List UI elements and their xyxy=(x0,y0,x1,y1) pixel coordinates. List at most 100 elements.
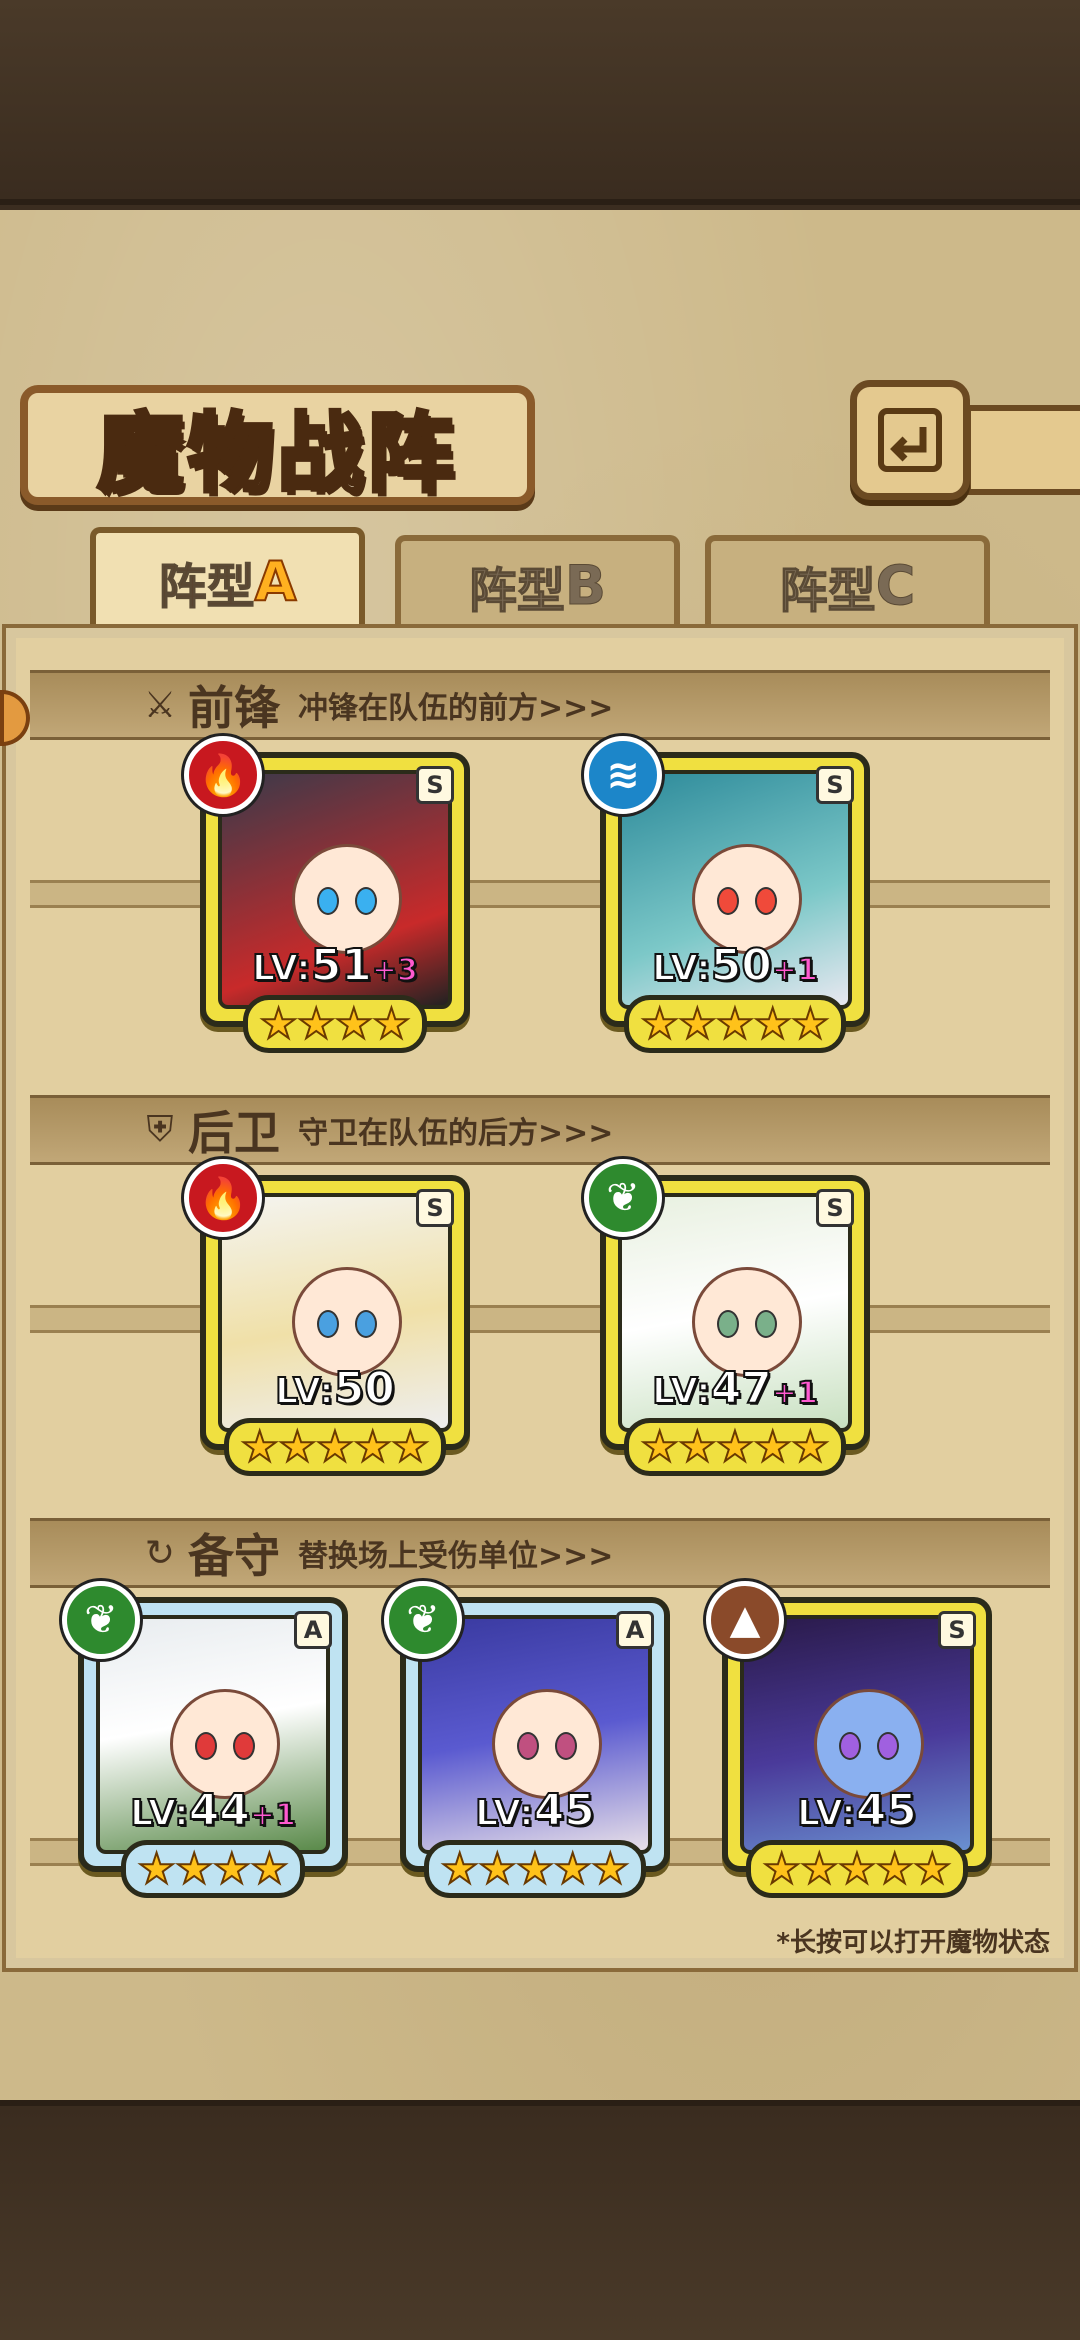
section-title: 前锋 xyxy=(188,681,280,735)
section-desc: 守卫在队伍的后方>>> xyxy=(298,1116,614,1151)
unit-card-front-2[interactable]: ≋ S LV:50+1 ★★★★★ xyxy=(584,736,870,1053)
back-arrow-icon xyxy=(878,408,942,472)
star-icon: ★ xyxy=(762,1844,802,1893)
star-icon: ★ xyxy=(590,1844,630,1893)
rank-badge: S xyxy=(416,766,454,804)
unit-level: LV:51+3 xyxy=(251,939,419,992)
tab-formation-c[interactable]: 阵型 C xyxy=(705,535,990,630)
star-icon: ★ xyxy=(553,1844,593,1893)
tab-formation-a[interactable]: 阵型 A xyxy=(90,527,365,630)
star-icon: ★ xyxy=(174,1844,214,1893)
star-icon: ★ xyxy=(800,1844,840,1893)
stars-frame: ★★★★★ xyxy=(745,1840,969,1898)
wave-icon: ≋ xyxy=(584,736,662,814)
unit-card-rear-1[interactable]: 🔥 S LV:50 ★★★★★ xyxy=(184,1159,470,1476)
row-strip xyxy=(30,880,1050,908)
stars-frame: ★★★★★ xyxy=(623,1418,847,1476)
star-rating: ★★★★★ xyxy=(606,995,864,1053)
star-icon: ★ xyxy=(478,1844,518,1893)
section-title: 后卫 xyxy=(188,1106,280,1160)
stars-frame: ★★★★★ xyxy=(223,1418,447,1476)
star-icon: ★ xyxy=(875,1844,915,1893)
star-icon: ★ xyxy=(278,1422,318,1471)
top-map-band xyxy=(0,0,1080,205)
unit-level: LV:47+1 xyxy=(651,1362,819,1415)
shield-icon: ⛨ xyxy=(146,1109,174,1150)
unit-face xyxy=(292,844,402,954)
star-icon: ★ xyxy=(790,1422,830,1471)
page-title: 魔物战阵 xyxy=(96,401,458,506)
rank-badge: S xyxy=(938,1611,976,1649)
unit-face xyxy=(492,1689,602,1799)
star-icon: ★ xyxy=(212,1844,252,1893)
star-icon: ★ xyxy=(372,999,412,1048)
unit-face xyxy=(292,1267,402,1377)
section-front-header: ⚔ 前锋 冲锋在队伍的前方>>> xyxy=(30,670,1050,740)
stars-frame: ★★★★ xyxy=(242,995,428,1053)
unit-card-front-1[interactable]: 🔥 S LV:51+3 ★★★★ xyxy=(184,736,470,1053)
unit-level: LV:45 xyxy=(474,1784,596,1837)
stars-frame: ★★★★★ xyxy=(623,995,847,1053)
star-icon: ★ xyxy=(296,999,336,1048)
star-icon: ★ xyxy=(715,1422,755,1471)
unit-level: LV:45 xyxy=(796,1784,918,1837)
rank-badge: A xyxy=(294,1611,332,1649)
star-icon: ★ xyxy=(753,1422,793,1471)
tab-letter: B xyxy=(564,554,607,618)
unit-card-reserve-3[interactable]: ▲ S LV:45 ★★★★★ xyxy=(706,1581,992,1898)
unit-level: LV:50 xyxy=(274,1362,396,1415)
header-rail xyxy=(965,405,1080,495)
section-rear-header: ⛨ 后卫 守卫在队伍的后方>>> xyxy=(30,1095,1050,1165)
star-icon: ★ xyxy=(259,999,299,1048)
section-desc: 替换场上受伤单位>>> xyxy=(298,1539,614,1574)
tab-letter: A xyxy=(254,549,298,614)
stars-frame: ★★★★ xyxy=(120,1840,306,1898)
page-title-plate: 魔物战阵 xyxy=(20,385,535,506)
star-icon: ★ xyxy=(837,1844,877,1893)
unit-face xyxy=(692,1267,802,1377)
star-icon: ★ xyxy=(440,1844,480,1893)
unit-card-rear-2[interactable]: ❦ S LV:47+1 ★★★★★ xyxy=(584,1159,870,1476)
star-icon: ★ xyxy=(640,1422,680,1471)
unit-level: LV:50+1 xyxy=(651,939,819,992)
rank-badge: S xyxy=(816,1189,854,1227)
star-icon: ★ xyxy=(250,1844,290,1893)
tab-formation-b[interactable]: 阵型 B xyxy=(395,535,680,630)
stars-frame: ★★★★★ xyxy=(423,1840,647,1898)
star-icon: ★ xyxy=(240,1422,280,1471)
star-icon: ★ xyxy=(353,1422,393,1471)
leaf-icon: ❦ xyxy=(584,1159,662,1237)
row-strip xyxy=(30,1305,1050,1333)
leaf-icon: ❦ xyxy=(384,1581,462,1659)
star-icon: ★ xyxy=(315,1422,355,1471)
star-icon: ★ xyxy=(334,999,374,1048)
star-icon: ★ xyxy=(790,999,830,1048)
flame-icon: 🔥 xyxy=(184,736,262,814)
leaf-icon: ❦ xyxy=(62,1581,140,1659)
unit-card-reserve-2[interactable]: ❦ A LV:45 ★★★★★ xyxy=(384,1581,670,1898)
star-icon: ★ xyxy=(678,999,718,1048)
formation-tabs: 阵型 A 阵型 B 阵型 C xyxy=(90,527,990,630)
unit-level: LV:44+1 xyxy=(129,1784,297,1837)
tab-label: 阵型 xyxy=(468,562,565,619)
star-rating: ★★★★ xyxy=(84,1840,342,1898)
swap-icon: ↻ xyxy=(144,1532,176,1574)
star-icon: ★ xyxy=(390,1422,430,1471)
unit-face xyxy=(814,1689,924,1799)
section-title: 备守 xyxy=(188,1529,280,1583)
rank-badge: S xyxy=(416,1189,454,1227)
section-reserve-header: ↻ 备守 替换场上受伤单位>>> xyxy=(30,1518,1050,1588)
rank-badge: A xyxy=(616,1611,654,1649)
section-desc: 冲锋在队伍的前方>>> xyxy=(298,691,614,726)
mountain-icon: ▲ xyxy=(706,1581,784,1659)
unit-face xyxy=(692,844,802,954)
unit-card-reserve-1[interactable]: ❦ A LV:44+1 ★★★★ xyxy=(62,1581,348,1898)
star-rating: ★★★★★ xyxy=(206,1418,464,1476)
star-icon: ★ xyxy=(912,1844,952,1893)
star-icon: ★ xyxy=(678,1422,718,1471)
back-button[interactable] xyxy=(850,380,970,500)
rank-badge: S xyxy=(816,766,854,804)
star-icon: ★ xyxy=(715,999,755,1048)
star-icon: ★ xyxy=(753,999,793,1048)
star-rating: ★★★★★ xyxy=(406,1840,664,1898)
